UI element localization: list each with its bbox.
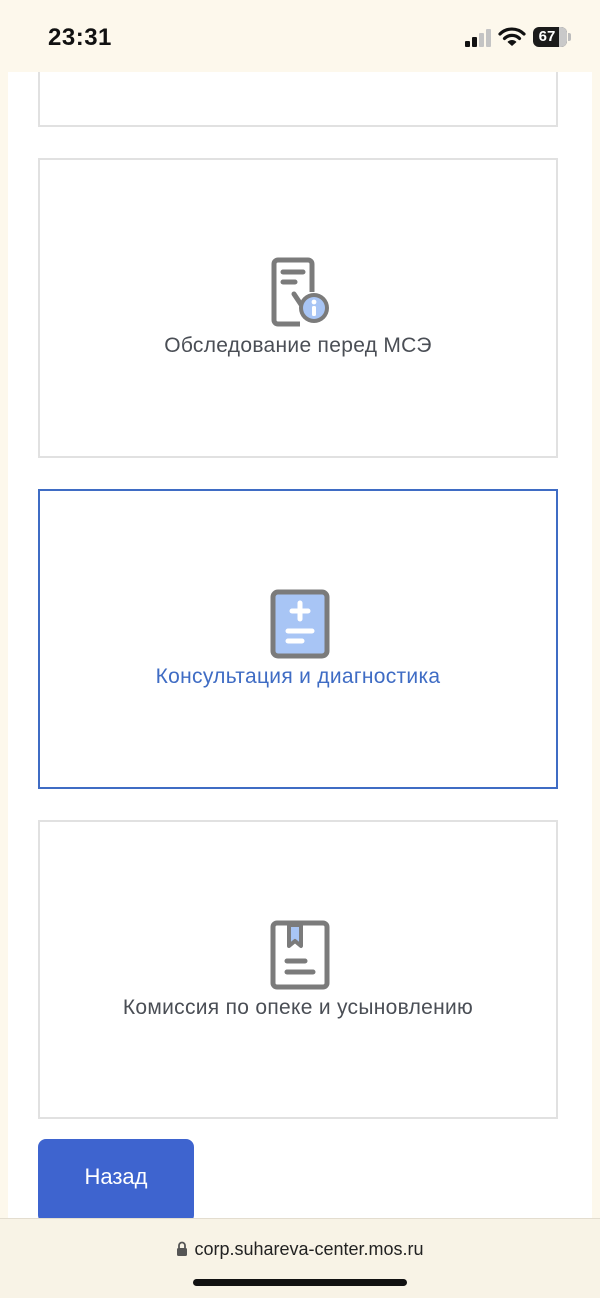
status-time: 23:31 — [48, 24, 112, 51]
medical-record-icon — [270, 589, 330, 659]
battery-level: 67 — [538, 28, 556, 45]
url-text: corp.suhareva-center.mos.ru — [194, 1239, 424, 1259]
battery-icon: 67 — [533, 27, 567, 47]
cellular-signal-icon — [465, 29, 491, 47]
document-info-icon — [271, 257, 329, 327]
status-bar: 23:31 67 — [0, 0, 600, 72]
service-card-guardianship-commission[interactable]: Комиссия по опеке и усыновлению — [38, 820, 558, 1119]
bookmark-document-icon — [270, 920, 330, 990]
home-indicator[interactable] — [193, 1279, 407, 1286]
browser-address-bar[interactable]: corp.suhareva-center.mos.ru — [0, 1218, 600, 1298]
battery-cap — [568, 33, 571, 41]
wifi-icon — [498, 27, 526, 46]
back-button[interactable]: Назад — [38, 1139, 194, 1218]
service-card-mse-examination[interactable]: Обследование перед МСЭ — [38, 158, 558, 458]
service-card-label: Комиссия по опеке и усыновлению — [122, 996, 474, 1019]
lock-icon — [177, 1241, 188, 1256]
url-display[interactable]: corp.suhareva-center.mos.ru — [0, 1239, 600, 1260]
service-card-label: Консультация и диагностика — [155, 665, 441, 688]
services-list: Обследование перед МСЭ Консультация и ди… — [8, 72, 592, 1218]
service-card-consultation-diagnostics[interactable]: Консультация и диагностика — [38, 489, 558, 789]
service-card-partial[interactable] — [38, 72, 558, 127]
service-card-label: Обследование перед МСЭ — [164, 334, 432, 357]
